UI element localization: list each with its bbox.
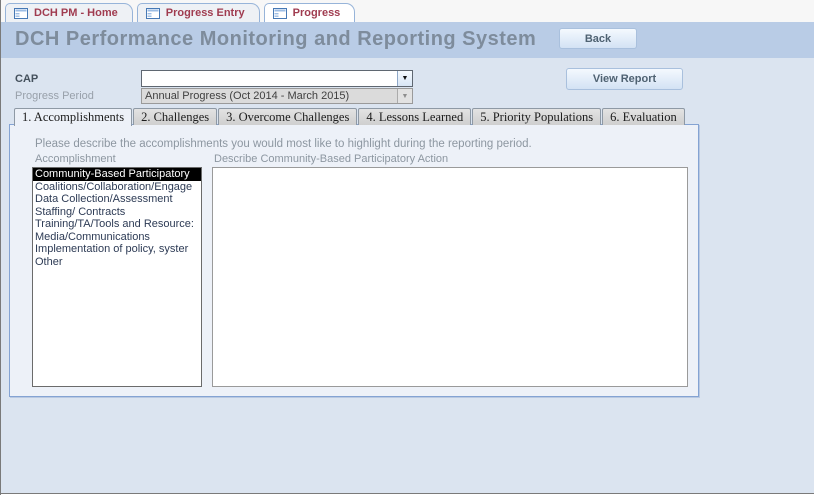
view-report-button[interactable]: View Report [566, 68, 683, 90]
nav-tab-label: Progress Entry [166, 7, 245, 19]
document-tabs: DCH PM - Home Progress Entry Pro [5, 3, 359, 22]
tab-challenges[interactable]: 2. Challenges [133, 108, 217, 125]
panel-instruction: Please describe the accomplishments you … [35, 138, 532, 150]
application-window: DCH PM - Home Progress Entry Pro [0, 0, 814, 495]
list-item[interactable]: Implementation of policy, syster [33, 243, 201, 256]
tab-priority-populations[interactable]: 5. Priority Populations [472, 108, 601, 125]
form-icon [273, 8, 287, 19]
describe-textarea[interactable] [212, 167, 688, 387]
tab-lessons-learned[interactable]: 4. Lessons Learned [358, 108, 471, 125]
page-title: DCH Performance Monitoring and Reporting… [15, 28, 536, 51]
accomplishment-listbox[interactable]: Community-Based Participatory Coalitions… [32, 167, 202, 387]
list-item[interactable]: Coalitions/Collaboration/Engage [33, 181, 201, 194]
dropdown-arrow-icon[interactable]: ▼ [397, 71, 412, 86]
progress-period-label: Progress Period [15, 90, 94, 102]
accomplishments-panel: Please describe the accomplishments you … [9, 124, 699, 397]
header-band: DCH Performance Monitoring and Reporting… [1, 22, 814, 58]
cap-value [142, 71, 397, 86]
tab-evaluation[interactable]: 6. Evaluation [602, 108, 685, 125]
section-tabstrip: 1. Accomplishments 2. Challenges 3. Over… [14, 108, 686, 125]
describe-label: Describe Community-Based Participatory A… [214, 153, 448, 165]
nav-tab-label: Progress [293, 7, 341, 19]
nav-tab-progress[interactable]: Progress [264, 3, 356, 22]
nav-tab-label: DCH PM - Home [34, 7, 118, 19]
nav-tab-progress-entry[interactable]: Progress Entry [137, 3, 260, 22]
progress-period-combobox: Annual Progress (Oct 2014 - March 2015) … [141, 88, 413, 104]
tab-accomplishments[interactable]: 1. Accomplishments [14, 108, 132, 126]
accomplishment-list-label: Accomplishment [35, 153, 116, 165]
list-item[interactable]: Data Collection/Assessment [33, 193, 201, 206]
dropdown-arrow-icon: ▼ [397, 89, 412, 103]
list-item[interactable]: Community-Based Participatory [33, 168, 201, 181]
cap-label: CAP [15, 73, 38, 85]
form-icon [14, 8, 28, 19]
tab-overcome-challenges[interactable]: 3. Overcome Challenges [218, 108, 357, 125]
list-item[interactable]: Training/TA/Tools and Resource: [33, 218, 201, 231]
progress-period-value: Annual Progress (Oct 2014 - March 2015) [142, 89, 397, 103]
list-item[interactable]: Other [33, 256, 201, 269]
list-item[interactable]: Media/Communications [33, 231, 201, 244]
form-icon [146, 8, 160, 19]
back-button[interactable]: Back [559, 28, 637, 49]
cap-combobox[interactable]: ▼ [141, 70, 413, 87]
list-item[interactable]: Staffing/ Contracts [33, 206, 201, 219]
document-tab-bar: DCH PM - Home Progress Entry Pro [1, 0, 814, 22]
nav-tab-dch-pm-home[interactable]: DCH PM - Home [5, 3, 133, 22]
